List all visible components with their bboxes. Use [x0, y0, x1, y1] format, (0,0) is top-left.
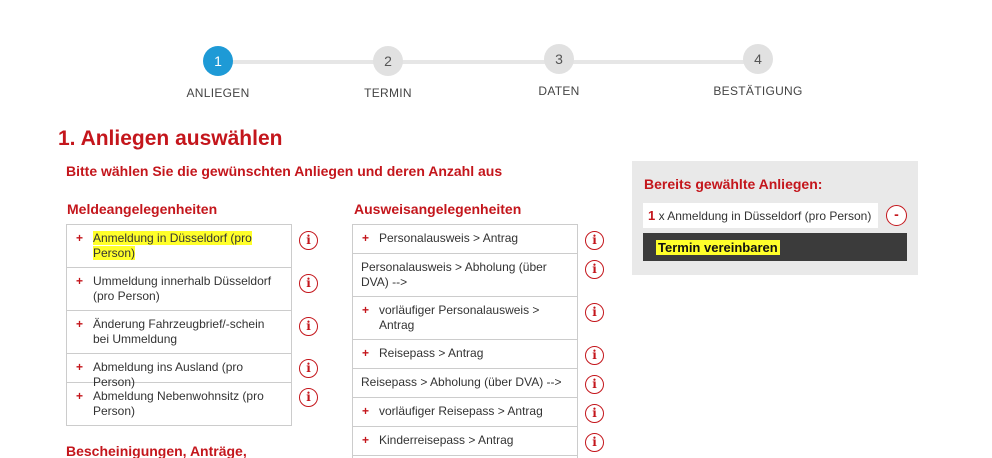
plus-icon: +: [362, 346, 370, 360]
step-1-circle: 1: [203, 46, 233, 76]
melde-item-anmeldung[interactable]: + Anmeldung in Düsseldorf (pro Person): [67, 225, 291, 268]
progress-stepper: 1 ANLIEGEN 2 TERMIN 3 DATEN 4 BESTÄTIGUN…: [0, 44, 992, 104]
ausweis-item-pa-antrag[interactable]: + Personalausweis > Antrag: [353, 225, 577, 254]
step-bestaetigung: 4 BESTÄTIGUNG: [698, 44, 818, 98]
ausweis-item-label: vorläufiger Personalausweis > Antrag: [379, 303, 540, 332]
melde-list: + Anmeldung in Düsseldorf (pro Person) +…: [66, 224, 292, 426]
info-icon[interactable]: i: [299, 274, 318, 293]
ausweis-item-label: Reisepass > Abholung (über DVA) -->: [361, 375, 562, 389]
info-icon[interactable]: i: [299, 388, 318, 407]
plus-icon: +: [362, 433, 370, 447]
step-termin: 2 TERMIN: [328, 46, 448, 100]
plus-icon: +: [362, 404, 370, 418]
plus-icon: +: [76, 274, 84, 288]
selected-item: 1 x Anmeldung in Düsseldorf (pro Person): [643, 203, 878, 228]
melde-item-label: Abmeldung Nebenwohnsitz (pro Person): [93, 389, 264, 418]
melde-item-label: Ummeldung innerhalb Düsseldorf (pro Pers…: [93, 274, 272, 303]
step-4-label: BESTÄTIGUNG: [713, 84, 803, 98]
plus-icon: +: [362, 303, 370, 317]
ausweis-title: Ausweisangelegenheiten: [354, 201, 522, 217]
ausweis-item-label: Personalausweis > Antrag: [379, 231, 519, 245]
step-daten: 3 DATEN: [499, 44, 619, 98]
step-3-label: DATEN: [538, 84, 580, 98]
info-icon[interactable]: i: [585, 433, 604, 452]
page-subtitle: Bitte wählen Sie die gewünschten Anliege…: [66, 163, 503, 179]
ausweis-item-pa-abholung[interactable]: Personalausweis > Abholung (über DVA) --…: [353, 254, 577, 297]
selected-count: 1: [648, 208, 656, 223]
remove-icon[interactable]: -: [886, 205, 907, 226]
step-2-label: TERMIN: [364, 86, 412, 100]
ausweis-item-kinderreisepass[interactable]: + Kinderreisepass > Antrag: [353, 427, 577, 456]
ausweis-item-vorl-pa[interactable]: + vorläufiger Personalausweis > Antrag: [353, 297, 577, 340]
ausweis-item-label: Personalausweis > Abholung (über DVA) --…: [361, 260, 547, 289]
ausweis-item-vorl-rp[interactable]: + vorläufiger Reisepass > Antrag: [353, 398, 577, 427]
info-icon[interactable]: i: [585, 231, 604, 250]
info-icon[interactable]: i: [585, 303, 604, 322]
ausweis-item-rp-abholung[interactable]: Reisepass > Abholung (über DVA) -->: [353, 369, 577, 398]
selected-text: x Anmeldung in Düsseldorf (pro Person): [658, 209, 872, 223]
page-title: 1. Anliegen auswählen: [58, 127, 283, 150]
plus-icon: +: [362, 231, 370, 245]
step-4-circle: 4: [743, 44, 773, 74]
ausweis-item-rp-antrag[interactable]: + Reisepass > Antrag: [353, 340, 577, 369]
info-icon[interactable]: i: [299, 359, 318, 378]
bescheinigungen-title: Bescheinigungen, Anträge,: [66, 443, 247, 458]
stepper-line: [218, 60, 758, 64]
melde-item-ummeldung[interactable]: + Ummeldung innerhalb Düsseldorf (pro Pe…: [67, 268, 291, 311]
melde-item-fahrzeugbrief[interactable]: + Änderung Fahrzeugbrief/-schein bei Umm…: [67, 311, 291, 354]
melde-item-nebenwohnsitz[interactable]: + Abmeldung Nebenwohnsitz (pro Person): [67, 383, 291, 426]
ausweis-item-label: Reisepass > Antrag: [379, 346, 484, 360]
melde-title: Meldeangelegenheiten: [67, 201, 218, 217]
info-icon[interactable]: i: [585, 375, 604, 394]
plus-icon: +: [76, 231, 84, 245]
step-anliegen: 1 ANLIEGEN: [158, 46, 278, 100]
termin-vereinbaren-label: Termin vereinbaren: [656, 240, 780, 255]
plus-icon: +: [76, 360, 84, 374]
plus-icon: +: [76, 317, 84, 331]
selected-panel: Bereits gewählte Anliegen: 1 x Anmeldung…: [632, 161, 918, 275]
info-icon[interactable]: i: [585, 260, 604, 279]
termin-vereinbaren-button[interactable]: Termin vereinbaren: [643, 233, 907, 261]
ausweis-item-label: Kinderreisepass > Antrag: [379, 433, 514, 447]
step-1-label: ANLIEGEN: [186, 86, 250, 100]
info-icon[interactable]: i: [585, 404, 604, 423]
info-icon[interactable]: i: [299, 231, 318, 250]
ausweis-list: + Personalausweis > Antrag Personalauswe…: [352, 224, 578, 458]
plus-icon: +: [76, 389, 84, 403]
info-icon[interactable]: i: [585, 346, 604, 365]
selected-title: Bereits gewählte Anliegen:: [644, 176, 823, 192]
melde-item-label: Änderung Fahrzeugbrief/-schein bei Ummel…: [93, 317, 265, 346]
step-3-circle: 3: [544, 44, 574, 74]
info-icon[interactable]: i: [299, 317, 318, 336]
melde-item-label: Anmeldung in Düsseldorf (pro Person): [93, 231, 252, 260]
melde-item-ausland[interactable]: + Abmeldung ins Ausland (pro Person): [67, 354, 291, 389]
step-2-circle: 2: [373, 46, 403, 76]
ausweis-item-label: vorläufiger Reisepass > Antrag: [379, 404, 543, 418]
